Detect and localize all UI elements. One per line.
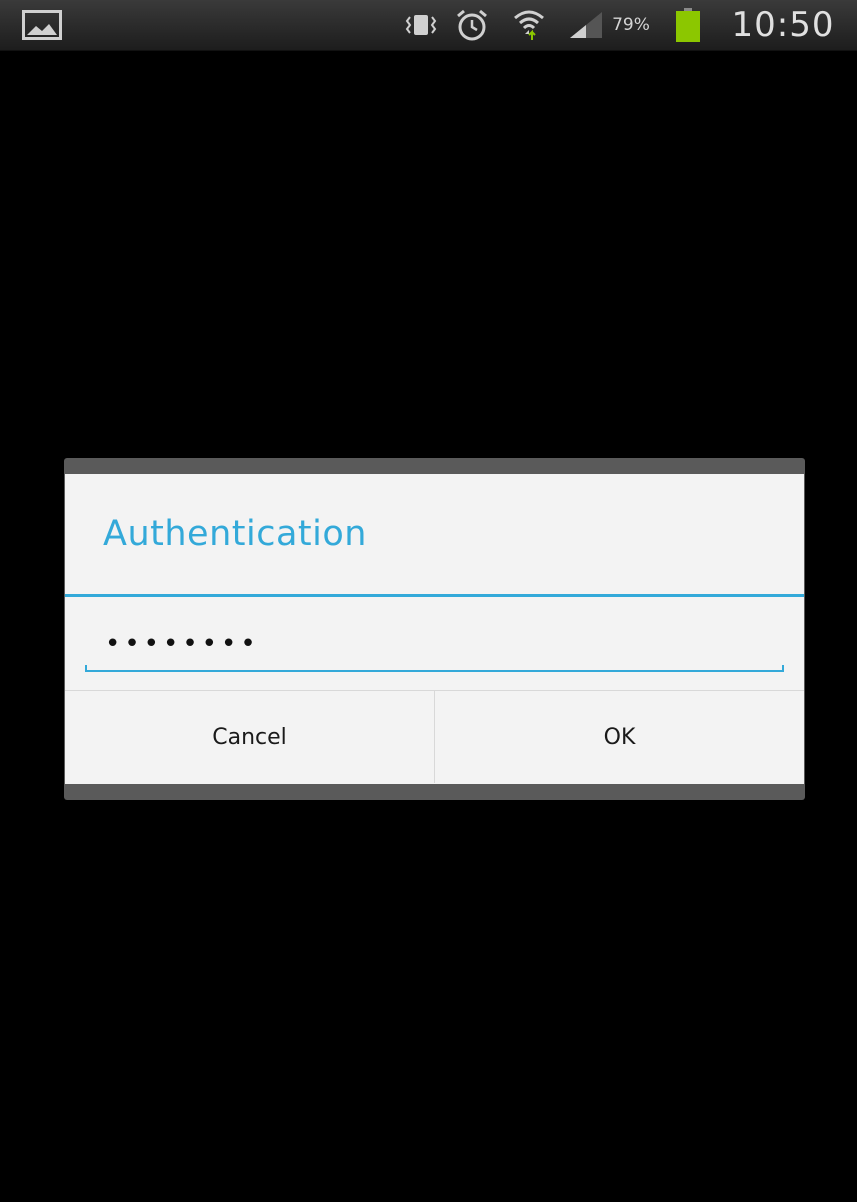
title-divider: [65, 594, 804, 597]
wifi-icon: [509, 0, 549, 50]
alarm-icon: [452, 0, 492, 50]
authentication-dialog: Authentication Cancel OK: [64, 458, 805, 800]
status-bar: 79% 10:50: [0, 0, 857, 51]
dialog-title: Authentication: [103, 514, 367, 554]
battery-icon: [673, 0, 703, 50]
signal-icon: [566, 0, 606, 50]
battery-percent: 79%: [612, 15, 650, 35]
gallery-icon: [22, 0, 62, 50]
vibrate-icon: [403, 0, 439, 50]
cancel-button[interactable]: Cancel: [65, 691, 435, 783]
clock: 10:50: [731, 5, 835, 45]
ok-button[interactable]: OK: [435, 691, 804, 783]
dialog-body: Authentication Cancel OK: [65, 474, 804, 784]
screen: 79% 10:50 Authentication Cancel OK: [0, 0, 857, 1202]
password-input[interactable]: [85, 614, 785, 674]
password-underline: [85, 665, 784, 672]
